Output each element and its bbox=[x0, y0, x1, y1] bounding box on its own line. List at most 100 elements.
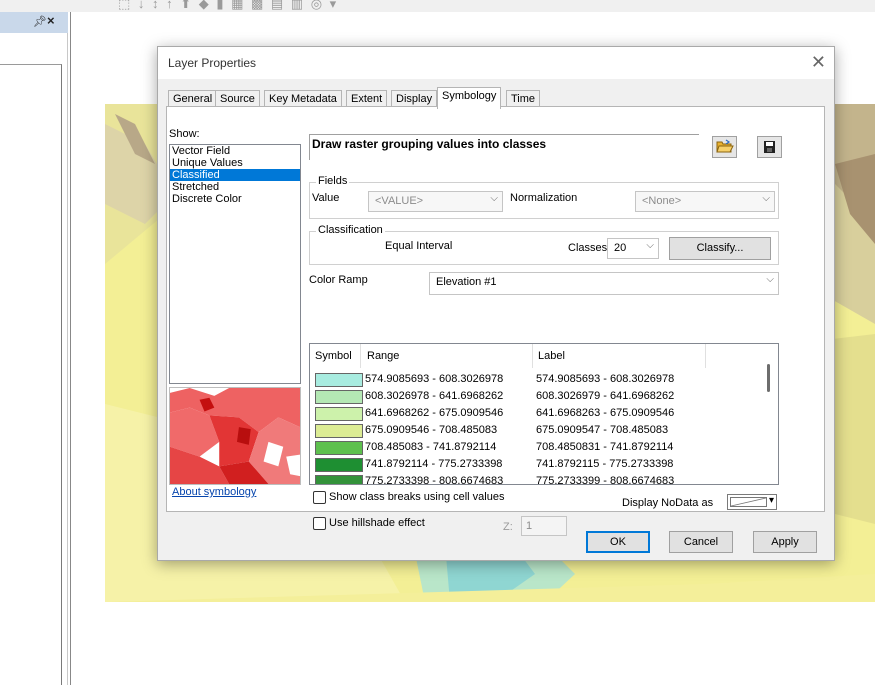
chevron-down-icon: ⌵ bbox=[766, 274, 774, 285]
column-divider bbox=[532, 344, 533, 368]
show-label: Show: bbox=[169, 128, 200, 140]
class-symbol-swatch[interactable] bbox=[315, 373, 363, 387]
chevron-down-icon: ⌵ bbox=[762, 193, 770, 204]
symbology-page: Show: Vector Field Unique Values Classif… bbox=[166, 106, 825, 536]
show-class-breaks-checkbox[interactable] bbox=[313, 491, 326, 504]
main-toolbar: ⬚ ↓ ↕ ↑ ⬆ ◆ ▮ ▦ ▩ ▤ ▥ ◎ ▾ bbox=[0, 0, 875, 12]
class-range: 608.3026978 - 641.6968262 bbox=[365, 390, 504, 402]
value-field-selected: <VALUE> bbox=[375, 195, 424, 207]
show-class-breaks-label: Show class breaks using cell values bbox=[329, 491, 505, 503]
table-row[interactable]: 608.3026978 - 641.6968262 608.3026979 - 6… bbox=[310, 388, 762, 405]
apply-button[interactable]: Apply bbox=[753, 531, 817, 553]
renderer-item-unique-values[interactable]: Unique Values bbox=[170, 157, 300, 169]
class-label: 641.6968263 - 675.0909546 bbox=[536, 407, 675, 419]
class-table: Symbol Range Label 574.9085693 - 608.302… bbox=[309, 343, 779, 485]
class-range: 675.0909546 - 708.485083 bbox=[365, 424, 498, 436]
class-symbol-swatch[interactable] bbox=[315, 458, 363, 472]
table-scrollbar[interactable] bbox=[760, 344, 778, 484]
column-header-range[interactable]: Range bbox=[367, 350, 399, 362]
classes-dropdown[interactable]: 20 ⌵ bbox=[607, 238, 659, 259]
column-header-label[interactable]: Label bbox=[538, 350, 565, 362]
folder-open-icon bbox=[716, 139, 734, 153]
close-icon[interactable]: × bbox=[47, 13, 55, 28]
nodata-swatch bbox=[730, 497, 767, 507]
table-scrollbar-thumb[interactable] bbox=[767, 364, 770, 392]
class-symbol-swatch[interactable] bbox=[315, 424, 363, 438]
color-ramp-label: Color Ramp bbox=[309, 274, 368, 286]
pin-icon[interactable]: 📌︎ bbox=[33, 15, 47, 28]
dialog-title-bar: Layer Properties ✕ bbox=[158, 47, 834, 79]
class-symbol-swatch[interactable] bbox=[315, 441, 363, 455]
table-of-contents-panel: 📌︎ × bbox=[0, 12, 68, 685]
hillshade-label: Use hillshade effect bbox=[329, 517, 425, 529]
chevron-down-icon: ⌵ bbox=[490, 193, 498, 204]
class-label: 574.9085693 - 608.3026978 bbox=[536, 373, 675, 385]
table-row[interactable]: 741.8792114 - 775.2733398 741.8792115 - 7… bbox=[310, 456, 762, 473]
renderer-preview-image bbox=[169, 387, 301, 485]
column-header-symbol[interactable]: Symbol bbox=[315, 350, 352, 362]
table-row[interactable]: 574.9085693 - 608.3026978 574.9085693 - 6… bbox=[310, 371, 762, 388]
class-symbol-swatch[interactable] bbox=[315, 475, 363, 484]
column-divider bbox=[360, 344, 361, 368]
import-button[interactable] bbox=[712, 136, 737, 158]
close-icon[interactable]: ✕ bbox=[811, 52, 826, 72]
classes-selected: 20 bbox=[614, 242, 627, 254]
dialog-title: Layer Properties bbox=[168, 56, 257, 70]
renderer-heading: Draw raster grouping values into classes bbox=[309, 134, 699, 160]
class-range: 775.2733398 - 808.6674683 bbox=[365, 475, 504, 485]
table-row[interactable]: 708.485083 - 741.8792114 708.4850831 - 74… bbox=[310, 439, 762, 456]
hillshade-checkbox[interactable] bbox=[313, 517, 326, 530]
renderer-item-stretched[interactable]: Stretched bbox=[170, 181, 300, 193]
toc-title-bar: 📌︎ × bbox=[0, 12, 68, 33]
classification-group: Classification Equal Interval Classes 20… bbox=[309, 224, 779, 265]
normalization-selected: <None> bbox=[642, 195, 682, 207]
renderer-item-discrete-color[interactable]: Discrete Color bbox=[170, 193, 300, 205]
class-symbol-swatch[interactable] bbox=[315, 407, 363, 421]
about-symbology-link[interactable]: About symbology bbox=[172, 486, 256, 498]
color-ramp-dropdown[interactable]: Elevation #1 ⌵ bbox=[429, 272, 779, 295]
toolbar-icons[interactable]: ⬚ ↓ ↕ ↑ ⬆ ◆ ▮ ▦ ▩ ▤ ▥ ◎ ▾ bbox=[118, 0, 338, 12]
class-symbol-swatch[interactable] bbox=[315, 390, 363, 404]
table-row[interactable]: 675.0909546 - 708.485083 675.0909547 - 70… bbox=[310, 422, 762, 439]
classification-method: Equal Interval bbox=[385, 240, 453, 252]
class-label: 608.3026979 - 641.6968262 bbox=[536, 390, 675, 402]
class-rows: 574.9085693 - 608.3026978 574.9085693 - 6… bbox=[310, 371, 762, 485]
class-range: 708.485083 - 741.8792114 bbox=[365, 441, 497, 453]
z-factor-label: Z: bbox=[503, 521, 513, 533]
nodata-color-picker[interactable]: ▾ bbox=[727, 494, 777, 510]
column-divider bbox=[705, 344, 706, 368]
value-field-dropdown[interactable]: <VALUE> ⌵ bbox=[368, 191, 503, 212]
chevron-down-icon: ▾ bbox=[768, 495, 774, 506]
save-layer-button[interactable] bbox=[757, 136, 782, 158]
chevron-down-icon: ⌵ bbox=[646, 240, 654, 251]
z-factor-input[interactable]: 1 bbox=[521, 516, 567, 536]
normalization-label: Normalization bbox=[510, 192, 578, 204]
classify-button[interactable]: Classify... bbox=[669, 237, 771, 260]
table-row[interactable]: 641.6968262 - 675.0909546 641.6968263 - 6… bbox=[310, 405, 762, 422]
renderer-item-vector-field[interactable]: Vector Field bbox=[170, 145, 300, 157]
renderer-list[interactable]: Vector Field Unique Values Classified St… bbox=[169, 144, 301, 384]
class-label: 708.4850831 - 741.8792114 bbox=[536, 441, 674, 453]
class-range: 641.6968262 - 675.0909546 bbox=[365, 407, 504, 419]
class-label: 675.0909547 - 708.485083 bbox=[536, 424, 669, 436]
fields-group-label: Fields bbox=[316, 175, 350, 187]
fields-group: Fields Value <VALUE> ⌵ Normalization <No… bbox=[309, 175, 779, 219]
ok-button[interactable]: OK bbox=[586, 531, 650, 553]
class-range: 574.9085693 - 608.3026978 bbox=[365, 373, 504, 385]
class-range: 741.8792114 - 775.2733398 bbox=[365, 458, 503, 470]
classes-label: Classes bbox=[568, 242, 608, 254]
normalization-dropdown[interactable]: <None> ⌵ bbox=[635, 191, 775, 212]
save-icon bbox=[764, 141, 775, 153]
z-factor-value: 1 bbox=[526, 520, 533, 532]
tab-symbology[interactable]: Symbology bbox=[437, 87, 502, 109]
toc-body bbox=[0, 64, 62, 685]
value-field-label: Value bbox=[312, 192, 340, 204]
layer-properties-dialog: Layer Properties ✕ General Source Key Me… bbox=[157, 46, 835, 561]
classification-group-label: Classification bbox=[316, 224, 385, 236]
table-row[interactable]: 775.2733398 - 808.6674683 775.2733399 - 8… bbox=[310, 473, 762, 485]
color-ramp-selected: Elevation #1 bbox=[436, 276, 497, 288]
nodata-label: Display NoData as bbox=[622, 497, 714, 509]
renderer-item-classified[interactable]: Classified bbox=[170, 169, 300, 181]
cancel-button[interactable]: Cancel bbox=[669, 531, 733, 553]
renderer-heading-text: Draw raster grouping values into classes bbox=[312, 137, 547, 151]
